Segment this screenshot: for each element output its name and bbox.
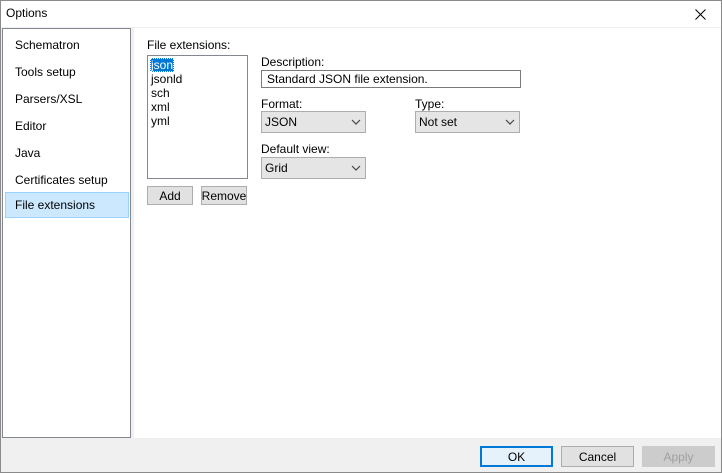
- remove-button[interactable]: Remove: [201, 186, 247, 205]
- format-select[interactable]: JSON: [261, 111, 366, 133]
- apply-button[interactable]: Apply: [642, 446, 715, 467]
- default-view-select[interactable]: Grid: [261, 157, 366, 179]
- default-view-label: Default view:: [261, 142, 330, 156]
- type-label: Type:: [415, 97, 445, 111]
- sidebar-item-parsers-xsl[interactable]: Parsers/XSL: [5, 86, 129, 112]
- sidebar-item-label: Schematron: [15, 38, 80, 52]
- sidebar-item-tools-setup[interactable]: Tools setup: [5, 59, 129, 85]
- description-field[interactable]: Standard JSON file extension.: [261, 70, 521, 88]
- list-item-sch[interactable]: sch: [150, 86, 171, 100]
- close-icon: [694, 8, 706, 20]
- chevron-down-icon: [351, 119, 361, 125]
- cancel-button[interactable]: Cancel: [561, 446, 634, 467]
- title-bar: Options: [1, 1, 721, 27]
- list-item-jsonld[interactable]: jsonld: [150, 72, 183, 86]
- file-extensions-label: File extensions:: [147, 38, 231, 52]
- sidebar-item-label: Parsers/XSL: [15, 92, 83, 106]
- options-window: Options Schematron Tools setup Parsers/X…: [0, 0, 722, 473]
- file-extensions-panel: File extensions: json jsonld sch xml yml…: [134, 28, 721, 438]
- type-select-value: Not set: [419, 115, 458, 129]
- sidebar-item-editor[interactable]: Editor: [5, 113, 129, 139]
- sidebar-item-label: Editor: [15, 119, 47, 133]
- sidebar-item-label: Certificates setup: [15, 173, 108, 187]
- sidebar-item-label: Tools setup: [15, 65, 76, 79]
- list-item-json[interactable]: json: [150, 58, 175, 72]
- options-category-list: Schematron Tools setup Parsers/XSL Edito…: [2, 28, 131, 438]
- list-item-xml[interactable]: xml: [150, 100, 171, 114]
- description-label: Description:: [261, 55, 325, 69]
- sidebar-item-label: File extensions: [15, 198, 96, 212]
- chevron-down-icon: [505, 119, 515, 125]
- sidebar-item-java[interactable]: Java: [5, 140, 129, 166]
- sidebar-item-file-extensions[interactable]: File extensions: [5, 192, 129, 218]
- close-button[interactable]: [679, 1, 721, 27]
- format-select-value: JSON: [265, 115, 298, 129]
- sidebar-item-certificates-setup[interactable]: Certificates setup: [5, 167, 129, 193]
- add-button[interactable]: Add: [147, 186, 193, 205]
- dialog-footer: OK Cancel Apply: [1, 438, 721, 472]
- type-select[interactable]: Not set: [415, 111, 520, 133]
- format-label: Format:: [261, 97, 303, 111]
- list-item-yml[interactable]: yml: [150, 114, 171, 128]
- file-extensions-listbox[interactable]: json jsonld sch xml yml: [147, 55, 248, 179]
- sidebar-item-schematron[interactable]: Schematron: [5, 32, 129, 58]
- window-title: Options: [6, 6, 48, 20]
- ok-button[interactable]: OK: [480, 446, 553, 467]
- sidebar-item-label: Java: [15, 146, 41, 160]
- chevron-down-icon: [351, 165, 361, 171]
- default-view-select-value: Grid: [265, 161, 288, 175]
